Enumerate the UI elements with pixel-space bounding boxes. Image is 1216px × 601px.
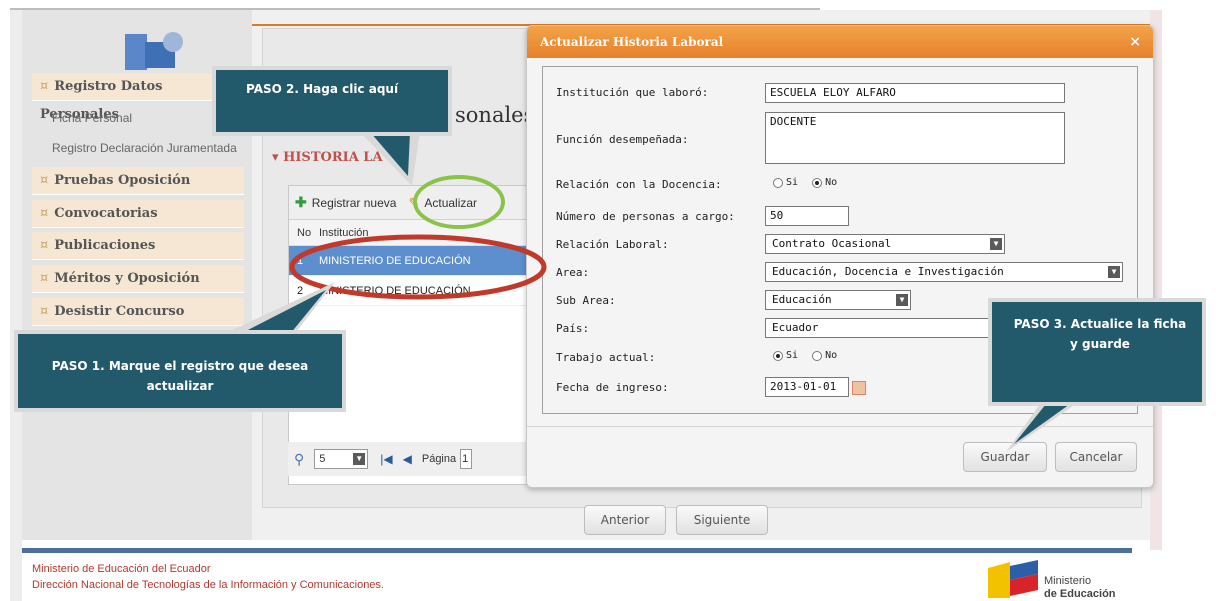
- callout-paso2: PASO 2. Haga clic aquí: [212, 66, 452, 136]
- page: ¤ Registro Datos Personales Ficha Persona…: [0, 0, 1216, 601]
- callout-paso3: PASO 3. Actualice la ficha y guarde: [988, 298, 1206, 406]
- callout-paso1: PASO 1. Marque el registro que desea act…: [14, 330, 346, 412]
- callout-pointer-paso2-inner: [370, 132, 410, 176]
- highlight-ellipse-green: [413, 175, 505, 229]
